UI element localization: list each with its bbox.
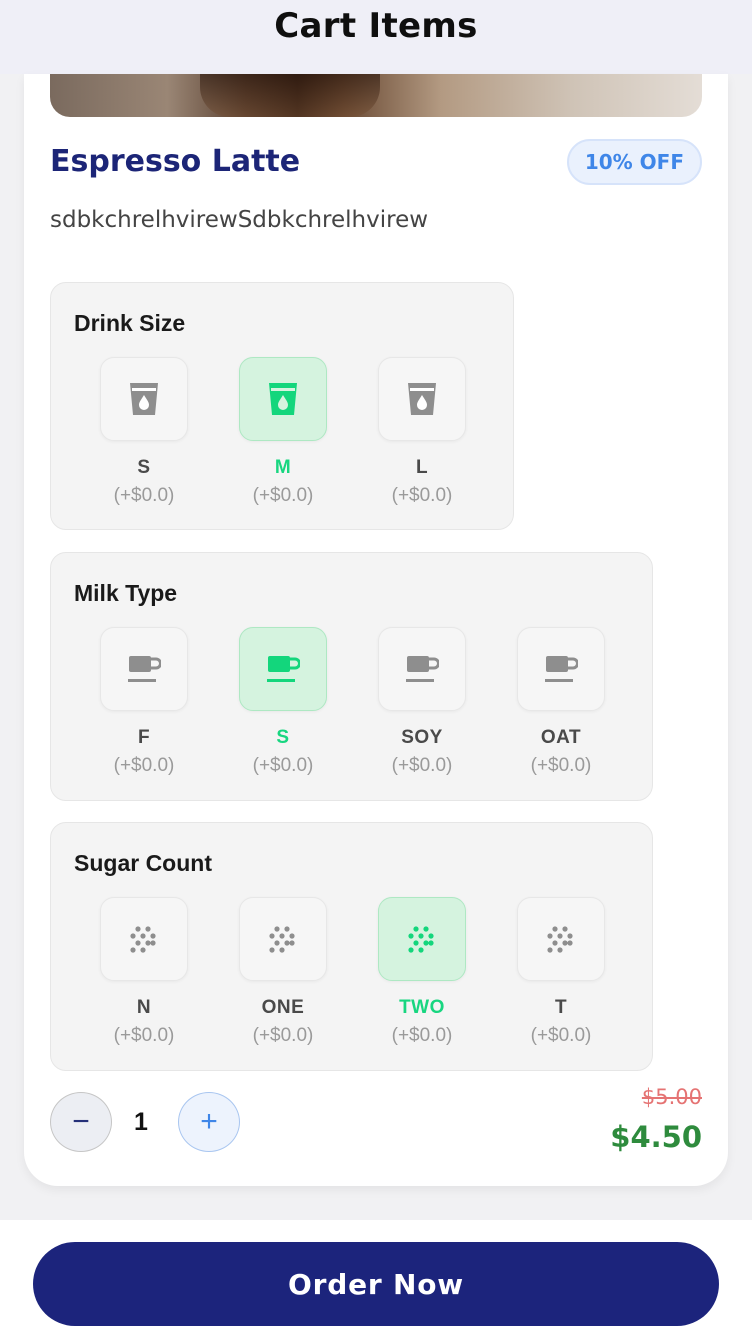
drink-size-option-label: M [274,457,292,478]
product-description: sdbkchrelhvirewSdbkchrelhvirew [50,207,429,233]
sugar-count-option-label: ONE [261,997,305,1018]
cart-item-card: Espresso Latte 10% OFF sdbkchrelhvirewSd… [24,74,728,1186]
sugar-count-option-label: TWO [399,997,445,1018]
discounted-price: $4.50 [610,1120,702,1154]
drink-size-option-l[interactable]: L (+$0.0) [378,357,466,507]
sugar-count-option-t-box[interactable] [517,897,605,981]
sugar-count-option-label: T [554,997,568,1018]
milk-type-option-label: OAT [540,727,582,748]
discount-badge: 10% OFF [566,139,702,185]
cup-icon [130,383,158,415]
sugar-dots-icon [408,926,434,953]
page-header: Cart Items [0,0,752,74]
drink-size-group: Drink Size S (+$0.0) M (+$0.0) L (+$0.0) [50,282,514,530]
drink-size-option-s[interactable]: S (+$0.0) [100,357,188,507]
milk-type-option-soy[interactable]: SOY (+$0.0) [378,627,466,777]
milk-type-option-price: (+$0.0) [391,755,453,776]
quantity-value: 1 [134,1108,148,1136]
sugar-dots-icon [130,926,156,953]
page-title: Cart Items [274,6,478,46]
drink-size-option-label: S [137,457,151,478]
drink-size-option-s-box[interactable] [100,357,188,441]
drink-size-option-price: (+$0.0) [113,485,175,506]
sugar-count-option-two-box[interactable] [378,897,466,981]
sugar-count-option-price: (+$0.0) [113,1025,175,1046]
milk-type-option-soy-box[interactable] [378,627,466,711]
sugar-count-option-price: (+$0.0) [530,1025,592,1046]
product-image [50,74,702,117]
coffee-mug-icon [406,656,439,682]
product-name: Espresso Latte [50,144,301,179]
milk-type-option-price: (+$0.0) [252,755,314,776]
sugar-count-option-n[interactable]: N (+$0.0) [100,897,188,1047]
drink-size-option-m-box[interactable] [239,357,327,441]
milk-type-option-label: F [137,727,151,748]
sugar-dots-icon [269,926,295,953]
drink-size-option-price: (+$0.0) [252,485,314,506]
milk-type-option-f[interactable]: F (+$0.0) [100,627,188,777]
sugar-count-option-label: N [136,997,152,1018]
milk-type-option-price: (+$0.0) [113,755,175,776]
sugar-count-option-two[interactable]: TWO (+$0.0) [378,897,466,1047]
sugar-count-option-one[interactable]: ONE (+$0.0) [239,897,327,1047]
milk-type-option-s-box[interactable] [239,627,327,711]
decrease-quantity-button[interactable]: − [50,1092,112,1152]
cup-icon [269,383,297,415]
sugar-count-option-n-box[interactable] [100,897,188,981]
milk-type-option-label: SOY [401,727,443,748]
sugar-count-option-price: (+$0.0) [252,1025,314,1046]
cup-icon [408,383,436,415]
milk-type-option-oat-box[interactable] [517,627,605,711]
sugar-count-option-t[interactable]: T (+$0.0) [517,897,605,1047]
order-now-button[interactable]: Order Now [33,1242,719,1326]
sugar-count-title: Sugar Count [74,850,212,876]
drink-size-option-price: (+$0.0) [391,485,453,506]
sugar-dots-icon [547,926,573,953]
milk-type-title: Milk Type [74,580,178,606]
sugar-count-option-one-box[interactable] [239,897,327,981]
milk-type-option-label: S [276,727,290,748]
sugar-count-group: Sugar Count N (+$0.0) ONE (+$0.0) TWO (+… [50,822,653,1071]
milk-type-option-f-box[interactable] [100,627,188,711]
sugar-count-option-price: (+$0.0) [391,1025,453,1046]
drink-size-option-l-box[interactable] [378,357,466,441]
coffee-mug-icon [267,656,300,682]
milk-type-option-oat[interactable]: OAT (+$0.0) [517,627,605,777]
milk-type-option-s[interactable]: S (+$0.0) [239,627,327,777]
drink-size-title: Drink Size [74,310,186,336]
original-price: $5.00 [641,1085,702,1109]
milk-type-group: Milk Type F (+$0.0) S (+$0.0) SOY (+$0.0… [50,552,653,801]
milk-type-option-price: (+$0.0) [530,755,592,776]
coffee-mug-icon [128,656,161,682]
drink-size-option-m[interactable]: M (+$0.0) [239,357,327,507]
increase-quantity-button[interactable]: + [178,1092,240,1152]
coffee-mug-icon [545,656,578,682]
drink-size-option-label: L [415,457,429,478]
